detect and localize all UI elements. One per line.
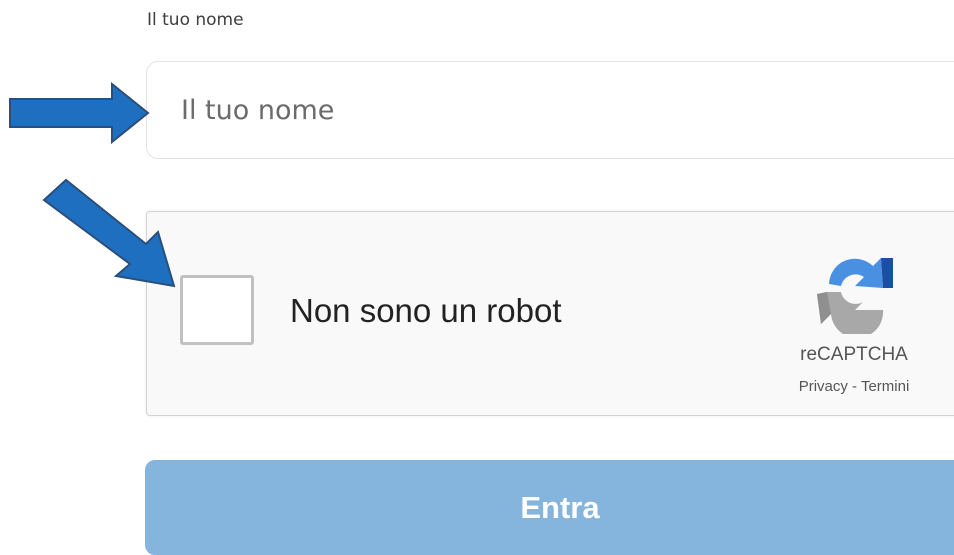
- login-form-page: Il tuo nome Non sono un robot reCAPTCHA …: [0, 0, 954, 555]
- recaptcha-checkbox[interactable]: [180, 275, 254, 345]
- name-field-label: Il tuo nome: [147, 10, 244, 30]
- recaptcha-links-separator: -: [847, 378, 861, 395]
- submit-button[interactable]: Entra: [145, 460, 954, 555]
- recaptcha-logo-icon: [817, 258, 893, 334]
- name-input[interactable]: [146, 61, 954, 159]
- recaptcha-checkbox-label: Non sono un robot: [290, 292, 562, 329]
- arrow-annotation-icon: [42, 178, 176, 288]
- recaptcha-widget: Non sono un robot reCAPTCHA Privacy - Te…: [146, 211, 954, 416]
- arrow-annotation-icon: [9, 82, 150, 144]
- recaptcha-terms-link[interactable]: Termini: [861, 378, 909, 395]
- recaptcha-links: Privacy - Termini: [759, 378, 949, 395]
- recaptcha-privacy-link[interactable]: Privacy: [799, 378, 848, 395]
- recaptcha-brand-text: reCAPTCHA: [800, 344, 908, 365]
